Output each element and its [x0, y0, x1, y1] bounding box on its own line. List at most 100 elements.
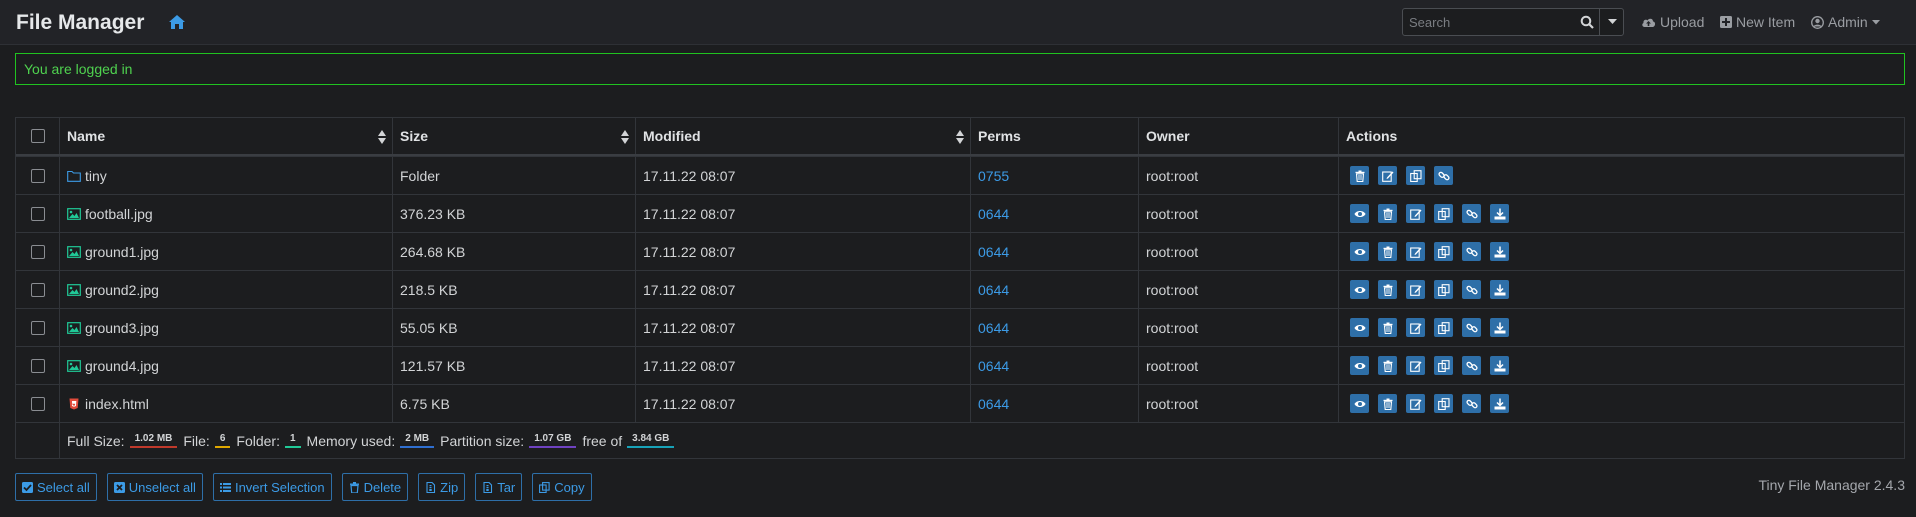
rename-button[interactable] [1406, 280, 1425, 299]
search-input[interactable] [1403, 9, 1573, 35]
admin-menu[interactable]: Admin [1811, 14, 1880, 30]
delete-button[interactable] [1378, 280, 1397, 299]
row-checkbox[interactable] [30, 320, 45, 335]
delete-button[interactable] [1378, 356, 1397, 375]
download-button[interactable] [1490, 204, 1509, 223]
rename-button[interactable] [1406, 394, 1425, 413]
row-checkbox[interactable] [30, 396, 45, 411]
download-icon [1494, 284, 1505, 295]
edit-icon [1409, 398, 1421, 410]
row-checkbox[interactable] [30, 282, 45, 297]
copy-button[interactable]: Copy [532, 473, 592, 501]
direct-link-button[interactable] [1462, 242, 1481, 261]
copy-button[interactable] [1434, 356, 1453, 375]
view-button[interactable] [1350, 204, 1369, 223]
sort-icon[interactable] [621, 129, 629, 145]
table-row: football.jpg 376.23 KB 17.11.22 08:07 06… [16, 194, 1904, 232]
file-perms-link[interactable]: 0644 [978, 358, 1009, 374]
direct-link-button[interactable] [1462, 318, 1481, 337]
direct-link-button[interactable] [1462, 280, 1481, 299]
unselect-all-button[interactable]: Unselect all [106, 473, 203, 501]
download-icon [1494, 246, 1505, 257]
brand-title[interactable]: File Manager [16, 11, 144, 35]
column-header-size[interactable]: Size [393, 118, 636, 154]
rename-button[interactable] [1406, 318, 1425, 337]
view-button[interactable] [1350, 280, 1369, 299]
row-checkbox-cell [16, 233, 60, 270]
direct-link-button[interactable] [1462, 204, 1481, 223]
copy-button[interactable] [1434, 242, 1453, 261]
new-item-link[interactable]: New Item [1720, 14, 1795, 30]
delete-button[interactable] [1378, 318, 1397, 337]
file-name-link[interactable]: tiny [67, 168, 107, 184]
delete-button[interactable] [1378, 204, 1397, 223]
delete-button[interactable]: Delete [341, 473, 409, 501]
eye-icon [1354, 210, 1365, 217]
direct-link-button[interactable] [1462, 356, 1481, 375]
image-icon [67, 321, 81, 334]
direct-link-button[interactable] [1434, 166, 1453, 185]
file-size: 218.5 KB [393, 271, 636, 308]
download-button[interactable] [1490, 280, 1509, 299]
copy-button[interactable] [1434, 280, 1453, 299]
select-all-checkbox[interactable] [30, 129, 45, 143]
file-name-link[interactable]: ground1.jpg [67, 244, 159, 260]
rename-button[interactable] [1406, 242, 1425, 261]
file-perms-link[interactable]: 0644 [978, 396, 1009, 412]
tar-button[interactable]: Tar [475, 473, 523, 501]
download-button[interactable] [1490, 318, 1509, 337]
row-checkbox[interactable] [30, 168, 45, 183]
row-checkbox[interactable] [30, 358, 45, 373]
view-button[interactable] [1350, 242, 1369, 261]
file-name-link[interactable]: ground3.jpg [67, 320, 159, 336]
delete-button[interactable] [1378, 242, 1397, 261]
file-perms-link[interactable]: 0644 [978, 282, 1009, 298]
partition-label: Partition size: [440, 432, 525, 449]
copy-button[interactable] [1434, 204, 1453, 223]
rename-button[interactable] [1406, 356, 1425, 375]
view-button[interactable] [1350, 394, 1369, 413]
invert-selection-button[interactable]: Invert Selection [212, 473, 332, 501]
file-name-link[interactable]: football.jpg [67, 206, 153, 222]
file-perms-link[interactable]: 0644 [978, 320, 1009, 336]
copy-button[interactable] [1434, 394, 1453, 413]
copy-button[interactable] [1406, 166, 1425, 185]
file-size: 376.23 KB [393, 195, 636, 232]
table-row: index.html 6.75 KB 17.11.22 08:07 0644 r… [16, 384, 1904, 422]
file-size: 264.68 KB [393, 233, 636, 270]
home-icon[interactable] [168, 14, 186, 30]
search-button[interactable] [1575, 9, 1599, 35]
zip-button[interactable]: Zip [418, 473, 466, 501]
table-footer: Full Size: 1.02 MB File: 6 Folder: 1 Mem… [16, 422, 1904, 458]
row-checkbox[interactable] [30, 206, 45, 221]
column-header-name[interactable]: Name [60, 118, 393, 154]
download-button[interactable] [1490, 394, 1509, 413]
file-name-link[interactable]: ground4.jpg [67, 358, 159, 374]
rename-button[interactable] [1406, 204, 1425, 223]
sort-icon[interactable] [956, 129, 964, 145]
download-button[interactable] [1490, 356, 1509, 375]
row-checkbox[interactable] [30, 244, 45, 259]
delete-button[interactable] [1378, 394, 1397, 413]
direct-link-button[interactable] [1462, 394, 1481, 413]
file-name-link[interactable]: ground2.jpg [67, 282, 159, 298]
copy-button[interactable] [1434, 318, 1453, 337]
sort-icon[interactable] [378, 129, 386, 145]
file-perms-cell: 0644 [971, 309, 1139, 346]
select-all-button[interactable]: Select all [15, 473, 97, 501]
view-button[interactable] [1350, 318, 1369, 337]
file-actions [1339, 157, 1904, 194]
file-name-link[interactable]: index.html [67, 396, 149, 412]
upload-link[interactable]: Upload [1641, 14, 1704, 30]
file-perms-link[interactable]: 0755 [978, 168, 1009, 184]
file-perms-link[interactable]: 0644 [978, 206, 1009, 222]
delete-button[interactable] [1350, 166, 1369, 185]
file-perms-link[interactable]: 0644 [978, 244, 1009, 260]
rename-button[interactable] [1378, 166, 1397, 185]
search-options-dropdown[interactable] [1599, 9, 1624, 35]
free-of-label: free of [582, 432, 623, 449]
download-button[interactable] [1490, 242, 1509, 261]
view-button[interactable] [1350, 356, 1369, 375]
file-actions [1339, 309, 1904, 346]
column-header-modified[interactable]: Modified [636, 118, 971, 154]
